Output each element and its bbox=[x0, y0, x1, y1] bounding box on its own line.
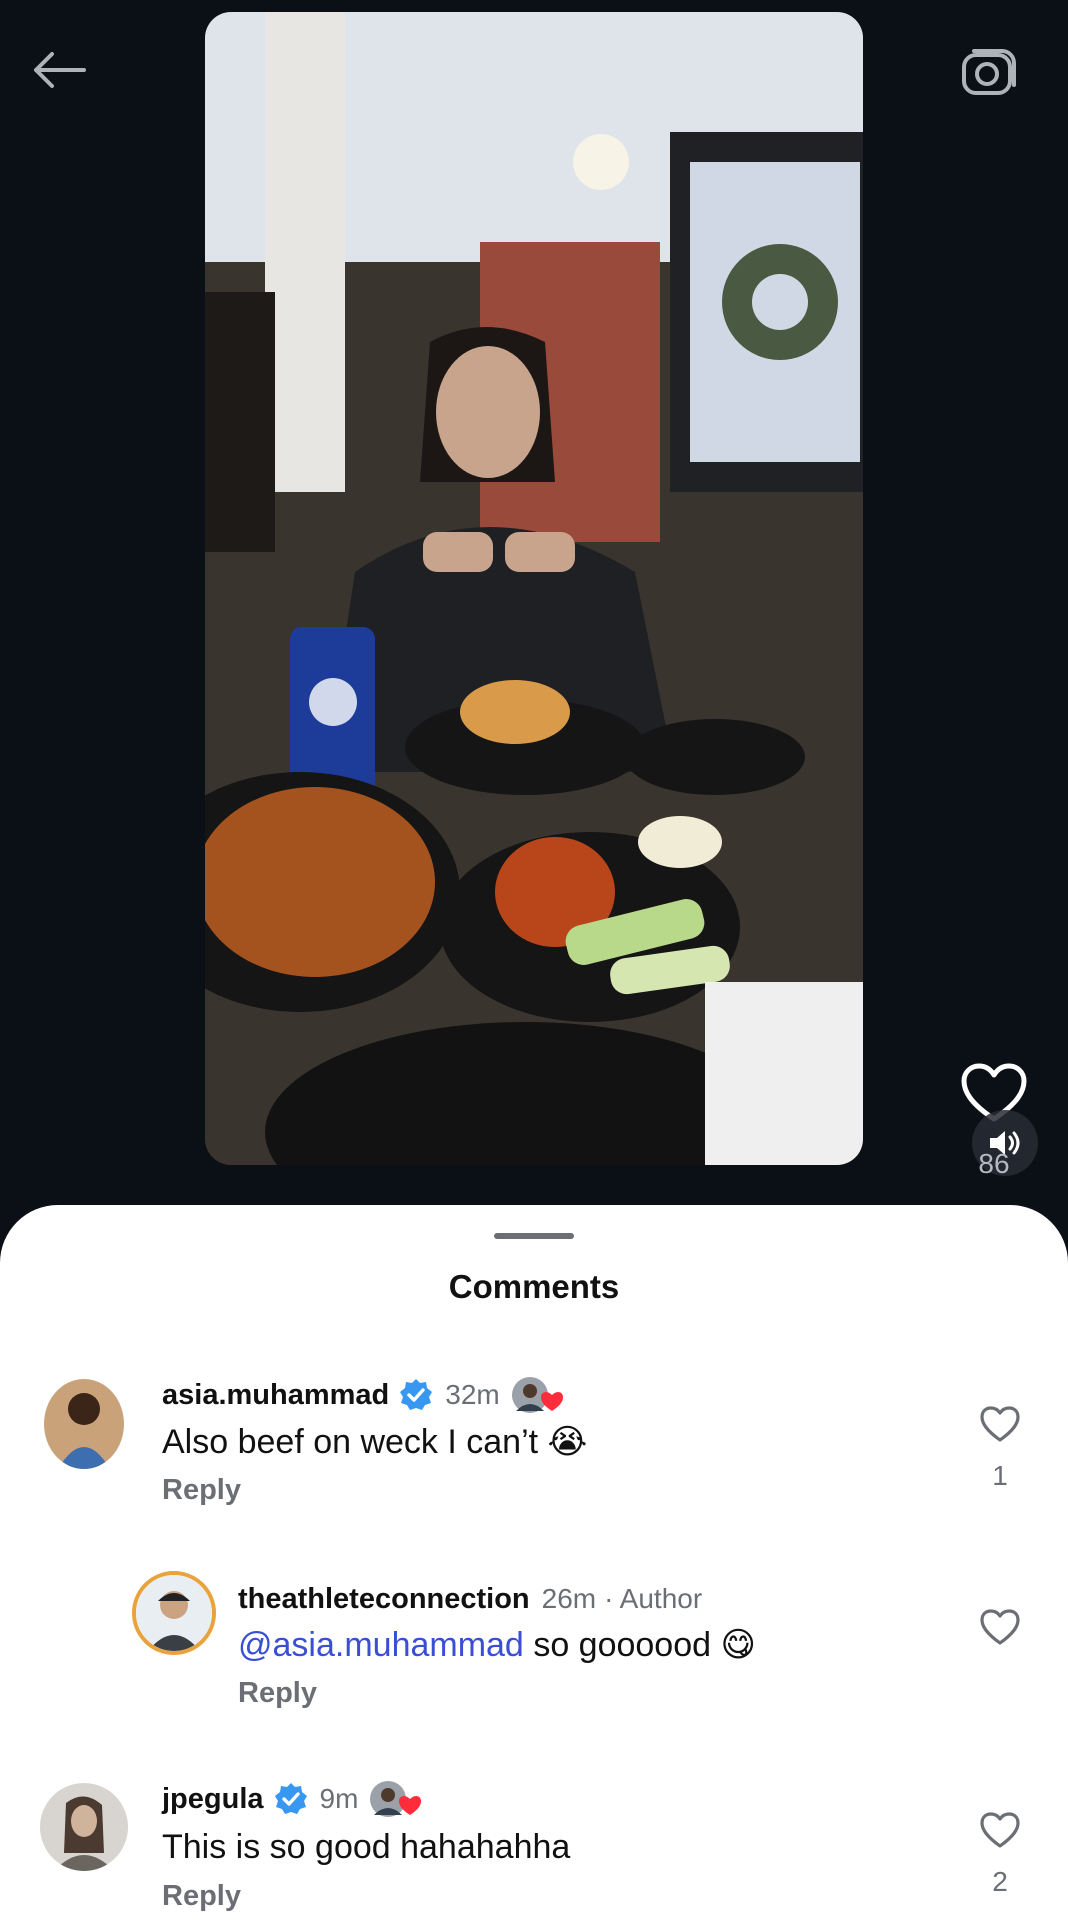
heart-outline-icon bbox=[980, 1406, 1020, 1442]
post-photo[interactable] bbox=[205, 12, 863, 1165]
comment-time: 26m bbox=[541, 1583, 597, 1614]
camera-icon bbox=[962, 49, 1016, 95]
sheet-title: Comments bbox=[448, 1268, 620, 1305]
comment-time: 32m bbox=[445, 1379, 500, 1410]
author-tag: · Author bbox=[604, 1583, 703, 1614]
arrow-left-icon bbox=[34, 52, 86, 88]
avatar[interactable] bbox=[132, 1571, 216, 1655]
verified-badge-icon bbox=[274, 1783, 307, 1814]
restaurant-photo-illustration bbox=[205, 12, 863, 1165]
comment-like-button[interactable] bbox=[970, 1597, 1030, 1657]
reply-button[interactable]: Reply bbox=[162, 1880, 241, 1913]
verified-badge-icon bbox=[400, 1379, 433, 1410]
comment-body: so goooood 😋 bbox=[533, 1626, 756, 1664]
camera-button[interactable] bbox=[956, 42, 1022, 102]
comment-text: Also beef on weck I can’t 😭 bbox=[162, 1423, 588, 1461]
heart-outline-icon bbox=[980, 1812, 1020, 1848]
comment-like-button[interactable] bbox=[970, 1800, 1030, 1860]
media-viewer: 86 bbox=[0, 0, 1068, 1205]
heart-outline-icon bbox=[980, 1609, 1020, 1645]
comment-like-count: 2 bbox=[992, 1866, 1008, 1897]
post-like-count: 86 bbox=[978, 1148, 1010, 1179]
back-button[interactable] bbox=[28, 44, 88, 96]
mention-link[interactable]: @asia.muhammad bbox=[238, 1626, 524, 1664]
avatar[interactable] bbox=[44, 1379, 124, 1469]
liked-by-author-icon bbox=[368, 1779, 422, 1819]
comment-username[interactable]: theathleteconnection bbox=[238, 1583, 530, 1616]
comment-like-count: 1 bbox=[992, 1460, 1008, 1491]
comment-text: This is so good hahahahha bbox=[162, 1828, 571, 1866]
avatar[interactable] bbox=[40, 1783, 128, 1871]
comment-like-button[interactable] bbox=[970, 1394, 1030, 1454]
comment-username[interactable]: asia.muhammad bbox=[162, 1379, 389, 1412]
liked-by-author-icon bbox=[510, 1375, 564, 1415]
reply-button[interactable]: Reply bbox=[162, 1474, 241, 1507]
sheet-drag-handle[interactable] bbox=[494, 1233, 574, 1239]
comment-text: @asia.muhammad so goooood 😋 bbox=[238, 1625, 756, 1665]
comment-username[interactable]: jpegula bbox=[162, 1783, 264, 1816]
comments-sheet: Comments asia.muhammad 32m Also beef on … bbox=[0, 1205, 1068, 1926]
reply-button[interactable]: Reply bbox=[238, 1677, 317, 1710]
comment-time: 9m bbox=[319, 1783, 359, 1814]
